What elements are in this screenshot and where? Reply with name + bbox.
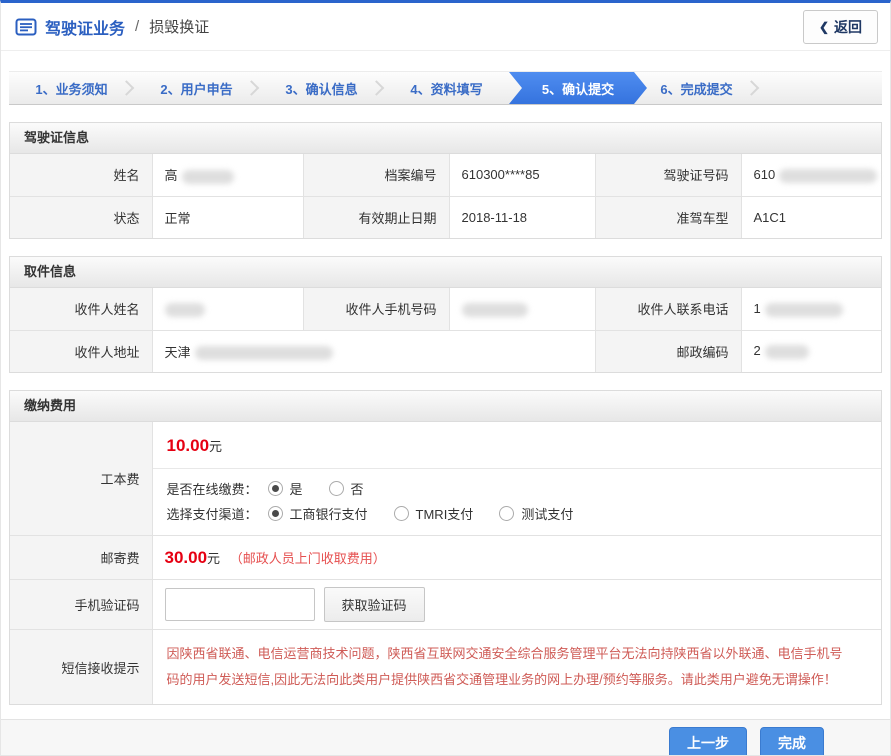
step-1-business-notice[interactable]: 1、业务须知 — [9, 72, 134, 104]
table-row: 短信接收提示 因陕西省联通、电信运营商技术问题，陕西省互联网交通安全综合服务管理… — [10, 630, 881, 705]
mail-fee-label: 邮寄费 — [10, 536, 152, 580]
redacted-blur — [765, 345, 809, 359]
finish-button[interactable]: 完成 — [760, 727, 824, 756]
redacted-blur — [462, 303, 528, 317]
page: 驾驶证业务 / 损毁换证 ❮ 返回 1、业务须知 2、用户申告 3、确认信息 4… — [0, 0, 891, 756]
radio-unselected-icon[interactable] — [329, 481, 344, 496]
online-pay-option-no-label: 否 — [351, 479, 364, 498]
pay-channel-option-tmri-label: TMRI支付 — [416, 504, 474, 523]
zip-code-value: 2 — [741, 330, 881, 372]
radio-unselected-icon[interactable] — [499, 506, 514, 521]
sms-code-input[interactable] — [165, 588, 315, 621]
sms-tip-text: 因陕西省联通、电信运营商技术问题，陕西省互联网交通安全综合服务管理平台无法向持陕… — [167, 630, 868, 704]
card-fee-unit: 元 — [209, 439, 222, 454]
step-3-confirm-info[interactable]: 3、确认信息 — [259, 72, 384, 104]
zip-code-label: 邮政编码 — [595, 330, 741, 372]
pay-channel-option-icbc[interactable]: 工商银行支付 — [268, 504, 368, 523]
file-no-label: 档案编号 — [303, 154, 449, 196]
table-row: 收件人姓名 收件人手机号码 收件人联系电话 1 — [10, 288, 881, 330]
step-4-fill-data[interactable]: 4、资料填写 — [384, 72, 509, 104]
page-subtitle: 损毁换证 — [149, 16, 209, 37]
table-row: 手机验证码 获取验证码 — [10, 580, 881, 630]
mail-fee-amount: 30.00 — [165, 548, 208, 567]
recipient-name-value — [152, 288, 303, 330]
pay-channel-option-test-label: 测试支付 — [521, 504, 573, 523]
license-info-title: 驾驶证信息 — [10, 123, 881, 154]
previous-step-button[interactable]: 上一步 — [669, 727, 747, 756]
page-header: 驾驶证业务 / 损毁换证 ❮ 返回 — [1, 3, 890, 51]
expiry-value: 2018-11-18 — [449, 196, 595, 238]
recipient-mobile-label: 收件人手机号码 — [303, 288, 449, 330]
step-6-complete-submit[interactable]: 6、完成提交 — [634, 72, 759, 104]
redacted-blur — [765, 303, 843, 317]
chevron-left-icon: ❮ — [819, 20, 829, 34]
name-label: 姓名 — [10, 154, 152, 196]
pay-channel-option-icbc-label: 工商银行支付 — [290, 504, 368, 523]
pickup-info-title: 取件信息 — [10, 257, 881, 288]
breadcrumb-separator: / — [135, 18, 139, 35]
page-title: 驾驶证业务 — [45, 15, 125, 39]
fees-title: 缴纳费用 — [10, 391, 881, 422]
redacted-blur — [165, 303, 205, 317]
redacted-blur — [182, 170, 234, 184]
radio-selected-icon[interactable] — [268, 506, 283, 521]
table-row: 工本费 10.00元 是否在线缴费： 是 — [10, 422, 881, 536]
step-2-user-declaration[interactable]: 2、用户申告 — [134, 72, 259, 104]
recipient-address-label: 收件人地址 — [10, 330, 152, 372]
step-progress-bar: 1、业务须知 2、用户申告 3、确认信息 4、资料填写 5、确认提交 6、完成提… — [9, 71, 882, 105]
card-fee-amount-row: 10.00元 — [153, 422, 882, 469]
mail-fee-unit: 元 — [207, 551, 220, 566]
table-row: 收件人地址 天津 邮政编码 2 — [10, 330, 881, 372]
back-button[interactable]: ❮ 返回 — [803, 10, 878, 44]
online-pay-option-yes[interactable]: 是 — [268, 479, 303, 498]
pay-channel-label: 选择支付渠道： — [167, 504, 258, 523]
status-value: 正常 — [152, 196, 303, 238]
fees-section: 缴纳费用 工本费 10.00元 是否在线缴费： 是 — [9, 390, 882, 705]
radio-selected-icon[interactable] — [268, 481, 283, 496]
radio-unselected-icon[interactable] — [394, 506, 409, 521]
online-pay-option-yes-label: 是 — [290, 479, 303, 498]
table-row: 邮寄费 30.00元 （邮政人员上门收取费用） — [10, 536, 881, 580]
file-no-value: 610300****85 — [449, 154, 595, 196]
recipient-name-label: 收件人姓名 — [10, 288, 152, 330]
recipient-phone-value: 1 — [741, 288, 881, 330]
name-value: 高 — [152, 154, 303, 196]
redacted-blur — [779, 169, 877, 183]
recipient-mobile-value — [449, 288, 595, 330]
expiry-label: 有效期止日期 — [303, 196, 449, 238]
get-sms-code-button[interactable]: 获取验证码 — [324, 587, 425, 622]
pay-channel-row: 选择支付渠道： 工商银行支付 TMRI支付 测试支付 — [167, 504, 868, 523]
pay-channel-option-tmri[interactable]: TMRI支付 — [394, 504, 474, 523]
table-row: 姓名 高 档案编号 610300****85 驾驶证号码 610 — [10, 154, 881, 196]
breadcrumb: 驾驶证业务 / 损毁换证 — [15, 15, 209, 39]
license-info-section: 驾驶证信息 姓名 高 档案编号 610300****85 驾驶证号码 610 状… — [9, 122, 882, 239]
online-pay-option-no[interactable]: 否 — [329, 479, 364, 498]
pickup-info-section: 取件信息 收件人姓名 收件人手机号码 收件人联系电话 1 收件人地址 天津 邮政… — [9, 256, 882, 373]
vehicle-class-label: 准驾车型 — [595, 196, 741, 238]
pickup-info-table: 收件人姓名 收件人手机号码 收件人联系电话 1 收件人地址 天津 邮政编码 2 — [10, 288, 881, 372]
form-list-icon — [15, 18, 37, 36]
sms-tip-label: 短信接收提示 — [10, 630, 152, 705]
table-row: 状态 正常 有效期止日期 2018-11-18 准驾车型 A1C1 — [10, 196, 881, 238]
recipient-address-value: 天津 — [152, 330, 595, 372]
sms-code-label: 手机验证码 — [10, 580, 152, 630]
footer-action-bar: 上一步 完成 — [1, 719, 890, 756]
online-pay-label: 是否在线缴费： — [167, 479, 258, 498]
license-no-label: 驾驶证号码 — [595, 154, 741, 196]
mail-fee-note: （邮政人员上门收取费用） — [230, 551, 386, 566]
back-button-label: 返回 — [834, 17, 862, 37]
online-pay-row: 是否在线缴费： 是 否 — [167, 479, 868, 498]
card-fee-amount: 10.00 — [167, 436, 210, 455]
license-info-table: 姓名 高 档案编号 610300****85 驾驶证号码 610 状态 正常 有… — [10, 154, 881, 238]
vehicle-class-value: A1C1 — [741, 196, 881, 238]
card-fee-label: 工本费 — [10, 422, 152, 536]
fees-table: 工本费 10.00元 是否在线缴费： 是 — [10, 422, 881, 704]
recipient-phone-label: 收件人联系电话 — [595, 288, 741, 330]
pay-channel-option-test[interactable]: 测试支付 — [499, 504, 573, 523]
step-5-confirm-submit-active[interactable]: 5、确认提交 — [509, 72, 647, 104]
redacted-blur — [195, 346, 333, 360]
status-label: 状态 — [10, 196, 152, 238]
license-no-value: 610 — [741, 154, 881, 196]
